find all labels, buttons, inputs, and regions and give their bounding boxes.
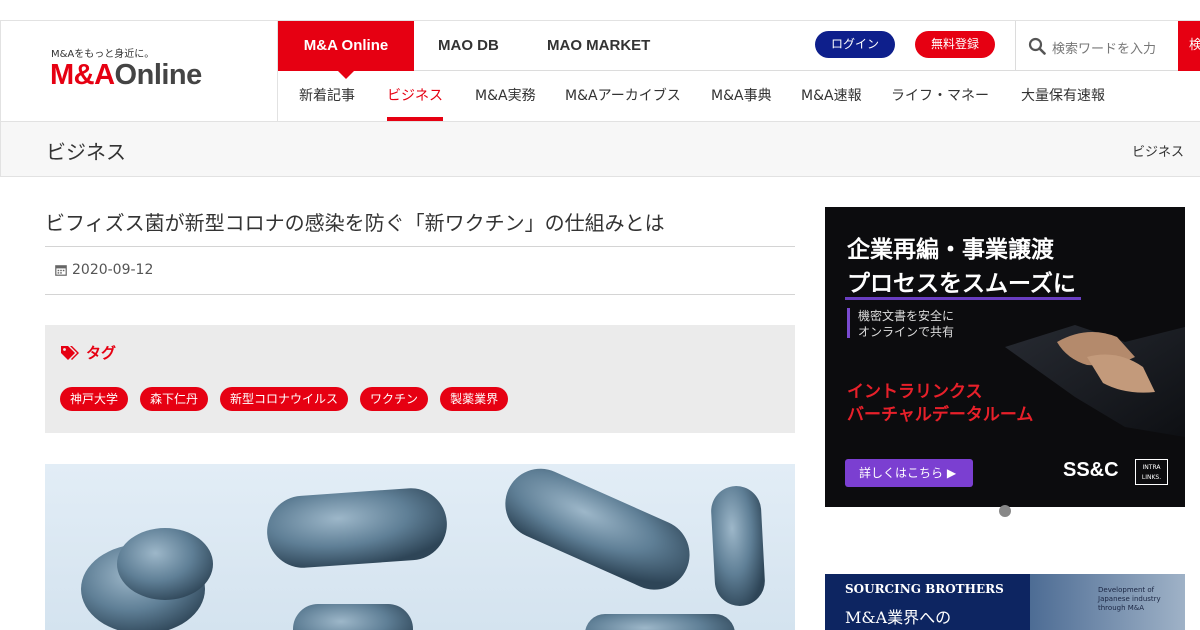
ad-note: Development of Japanese industry through… [1098, 586, 1161, 612]
ad-headline-1: 企業再編・事業譲渡 [847, 236, 1054, 262]
ad-banner-intralinks[interactable]: 企業再編・事業譲渡 プロセスをスムーズに 機密文書を安全に オンラインで共有 イ… [825, 207, 1185, 507]
tag-vaccine[interactable]: ワクチン [360, 387, 429, 411]
ad-product-name: イントラリンクス [847, 382, 983, 402]
tab-ma-online[interactable]: M&A Online [278, 21, 414, 79]
ad-cta-button[interactable]: 詳しくはこちら ▶ [845, 459, 973, 487]
tag-covid19[interactable]: 新型コロナウイルス [220, 387, 349, 411]
active-underline [387, 117, 443, 121]
tab-mao-market[interactable]: MAO MARKET [547, 21, 650, 71]
logo-tagline: M&Aをもっと身近に。 [51, 49, 155, 60]
divider [45, 294, 795, 295]
ad-sub-1: 機密文書を安全に [858, 309, 955, 323]
ad-headline-2: プロセスをスムーズに [847, 270, 1076, 296]
category-nav: 新着記事 ビジネス M&A実務 M&Aアーカイブス M&A事典 M&A速報 ライ… [278, 71, 1200, 121]
tag-list: 神戸大学 森下仁丹 新型コロナウイルス ワクチン 製薬業界 [60, 387, 509, 411]
page-title: ビジネス [46, 140, 126, 164]
site-header: M&Aをもっと身近に。 M&AOnline M&A Online MAO DB … [0, 21, 1200, 122]
tag-pharma-industry[interactable]: 製薬業界 [440, 387, 509, 411]
nav-item-holdings[interactable]: 大量保有速報 [1021, 71, 1105, 121]
search-placeholder: 検索ワードを入力 [1052, 42, 1157, 57]
search-input[interactable]: 検索ワードを入力 [1015, 21, 1178, 71]
logo-part-online: Online [114, 59, 203, 91]
hero-image-bacteria [45, 464, 795, 630]
nav-item-business[interactable]: ビジネス [387, 71, 443, 121]
category-header: ビジネス ビジネス [0, 122, 1200, 177]
date-text: 2020-09-12 [72, 262, 154, 278]
calendar-icon [55, 265, 67, 276]
tab-label: M&A Online [303, 37, 389, 54]
divider [45, 246, 795, 247]
nav-item-news-flash[interactable]: M&A速報 [801, 71, 862, 121]
logo-part-ma: M&A [50, 59, 115, 91]
tag-heading: タグ [60, 342, 116, 363]
nav-item-life-money[interactable]: ライフ・マネー [891, 71, 989, 121]
nav-item-practice[interactable]: M&A実務 [475, 71, 536, 121]
bacteria-illustration [81, 468, 765, 630]
top-strip [0, 0, 1200, 21]
tag-morishita-jintan[interactable]: 森下仁丹 [140, 387, 209, 411]
breadcrumb[interactable]: ビジネス [1132, 141, 1184, 160]
tag-heading-label: タグ [86, 344, 117, 362]
tag-kobe-university[interactable]: 神戸大学 [60, 387, 129, 411]
login-button[interactable]: ログイン [815, 31, 895, 58]
article-date: 2020-09-12 [55, 262, 153, 278]
tags-icon [61, 345, 79, 360]
nav-item-new[interactable]: 新着記事 [299, 71, 355, 121]
ssc-logo: SS&C [1063, 459, 1119, 481]
ad-accent-bar [847, 308, 850, 338]
register-button[interactable]: 無料登録 [915, 31, 995, 58]
ad-sub-2: オンラインで共有 [858, 325, 955, 339]
tag-box: タグ 神戸大学 森下仁丹 新型コロナウイルス ワクチン 製薬業界 [45, 325, 795, 433]
intralinks-logo: INTRA LINKS. [1135, 459, 1168, 485]
ad-banner-sourcing-brothers[interactable]: SOURCING BROTHERS M&A業界への Development of… [825, 574, 1185, 630]
carousel-dot[interactable] [999, 505, 1011, 517]
nav-item-label: ビジネス [387, 88, 443, 104]
ad-product-desc: バーチャルデータルーム [847, 405, 1034, 425]
nav-item-dictionary[interactable]: M&A事典 [711, 71, 772, 121]
nav-item-archives[interactable]: M&Aアーカイブス [565, 71, 681, 121]
site-logo[interactable]: M&Aをもっと身近に。 M&AOnline [1, 21, 278, 121]
primary-nav: M&A Online MAO DB MAO MARKET ログイン 無料登録 検… [278, 21, 1200, 79]
logo-wordmark: M&AOnline [50, 59, 202, 92]
ad-accent-line [845, 297, 1081, 300]
ad-copy: M&A業界への [845, 608, 952, 627]
search-icon [1028, 37, 1046, 55]
tab-mao-db[interactable]: MAO DB [438, 21, 499, 71]
article-title: ビフィズス菌が新型コロナの感染を防ぐ「新ワクチン」の仕組みとは [45, 211, 665, 235]
ad-brand-name: SOURCING BROTHERS [845, 582, 1004, 596]
search-button[interactable]: 検索 [1178, 21, 1200, 71]
